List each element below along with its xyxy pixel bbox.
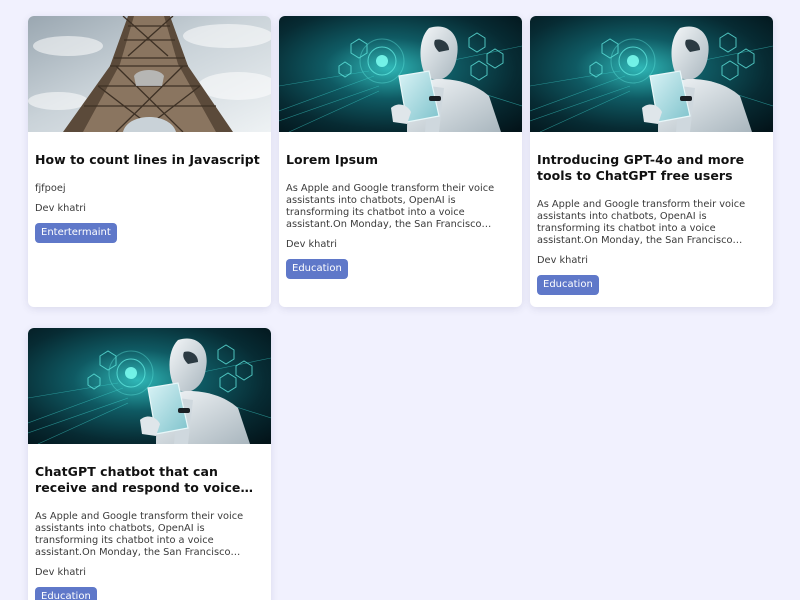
category-tag[interactable]: Entertermaint [35,223,117,243]
article-title[interactable]: How to count lines in Javascript [35,152,264,168]
article-image [279,16,522,132]
article-description: As Apple and Google transform their voic… [537,199,746,246]
article-card[interactable]: How to count lines in Javascript fjfpoej… [28,16,271,307]
article-author: Dev khatri [537,255,588,266]
article-description: As Apple and Google transform their voic… [286,183,495,230]
article-grid: How to count lines in Javascript fjfpoej… [0,0,800,600]
article-image [530,16,773,132]
category-tag[interactable]: Education [35,587,97,600]
article-image [28,328,271,444]
article-card[interactable]: Introducing GPT-4o and more tools to Cha… [530,16,773,307]
article-author: Dev khatri [35,203,86,214]
category-tag[interactable]: Education [537,275,599,295]
article-image [28,16,271,132]
article-card[interactable]: Lorem Ipsum As Apple and Google transfor… [279,16,522,307]
article-author: Dev khatri [286,239,337,250]
article-description: fjfpoej [35,183,66,194]
article-description: As Apple and Google transform their voic… [35,511,244,558]
article-title[interactable]: Introducing GPT-4o and more tools to Cha… [537,152,766,184]
article-author: Dev khatri [35,567,86,578]
article-card[interactable]: ChatGPT chatbot that can receive and res… [28,328,271,600]
article-title[interactable]: Lorem Ipsum [286,152,515,168]
article-title[interactable]: ChatGPT chatbot that can receive and res… [35,464,264,496]
category-tag[interactable]: Education [286,259,348,279]
